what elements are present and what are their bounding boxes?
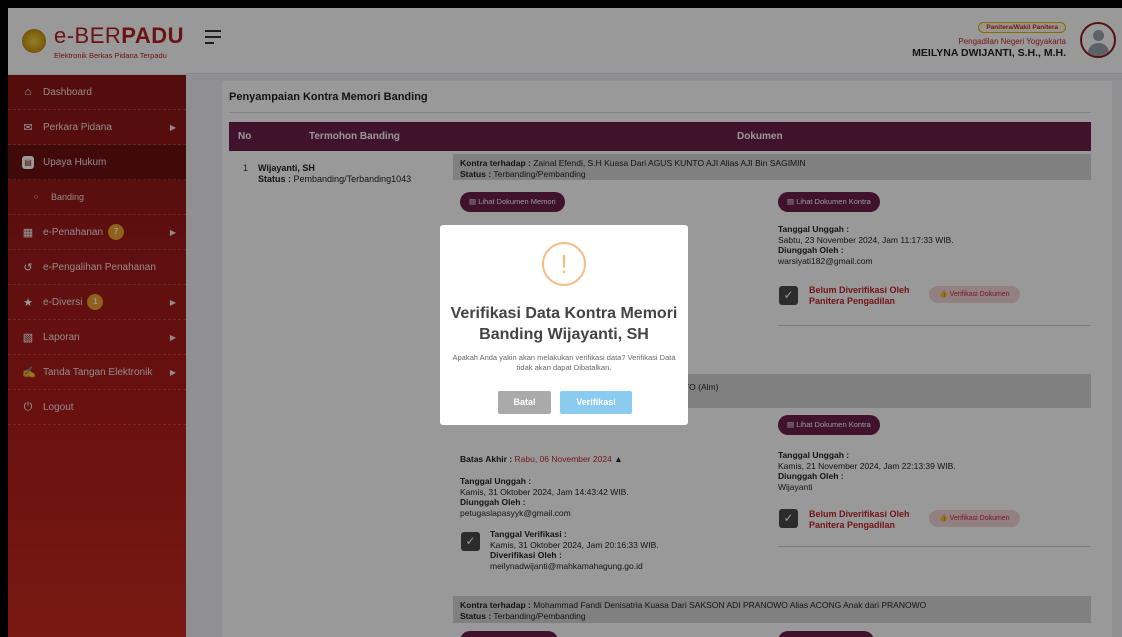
app-window: e-BERPADU Elektronik Berkas Pidana Terpa… bbox=[8, 8, 1122, 637]
warning-icon: ! bbox=[542, 242, 586, 286]
cancel-button[interactable]: Batal bbox=[498, 391, 551, 414]
confirm-dialog: ! Verifikasi Data Kontra Memori Banding … bbox=[440, 225, 688, 425]
dialog-title: Verifikasi Data Kontra Memori Banding Wi… bbox=[450, 305, 678, 343]
confirm-verify-button[interactable]: Verifikasi bbox=[560, 391, 632, 414]
dialog-message: Apakah Anda yakin akan melakukan verifik… bbox=[452, 353, 676, 372]
